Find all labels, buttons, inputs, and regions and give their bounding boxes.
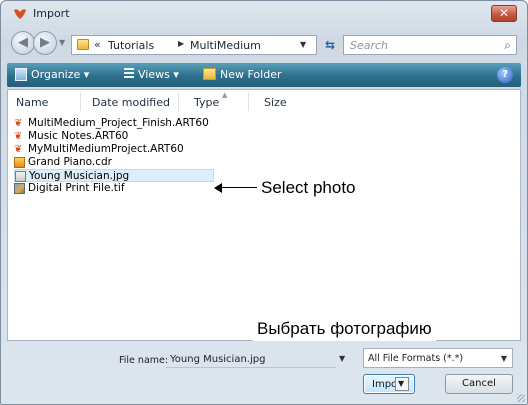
file-list[interactable]: Name Date modified Type ▲ Size ❦ MultiMe…	[7, 89, 521, 341]
sort-arrow-icon: ▲	[222, 91, 228, 99]
column-header-size[interactable]: Size	[264, 96, 287, 109]
organize-button[interactable]: Organize ▾	[31, 68, 89, 81]
new-folder-icon	[203, 68, 216, 80]
file-name: Music Notes.ART60	[28, 130, 129, 142]
forward-button[interactable]: ▶	[33, 31, 57, 55]
file-row[interactable]: ❦ Music Notes.ART60	[14, 130, 274, 143]
file-name-label: File name:	[119, 355, 169, 366]
import-dialog: Import ✕ ◀ ▶ ▼ « Tutorials ▶ MultiMedium…	[0, 0, 528, 405]
views-button[interactable]: Views ▾	[138, 68, 179, 81]
callout-arrow-line	[219, 187, 257, 188]
file-name-value: Young Musician.jpg	[170, 354, 266, 365]
import-options-button[interactable]: ▼	[395, 377, 409, 391]
file-row[interactable]: ❦ MultiMedium_Project_Finish.ART60	[14, 117, 274, 130]
organize-icon	[15, 68, 27, 81]
search-icon[interactable]: ⌕	[504, 38, 511, 53]
column-header-name[interactable]: Name	[16, 96, 48, 109]
search-input[interactable]: Search ⌕	[343, 35, 517, 55]
import-button[interactable]: Import ▼	[363, 374, 415, 394]
app-icon	[14, 9, 26, 19]
callout-select-photo: Select photo	[261, 178, 356, 197]
file-name: Digital Print File.tif	[28, 182, 125, 194]
back-button[interactable]: ◀	[11, 31, 35, 55]
command-bar: Organize ▾ Views ▾ New Folder ?	[7, 63, 521, 87]
close-button[interactable]: ✕	[491, 5, 517, 22]
file-name: Young Musician.jpg	[29, 170, 130, 182]
help-icon[interactable]: ?	[497, 67, 513, 83]
address-dropdown-icon[interactable]: ▼	[300, 40, 306, 49]
file-row-selected[interactable]: Young Musician.jpg	[14, 169, 214, 182]
column-header-date-modified[interactable]: Date modified	[92, 96, 170, 109]
art-file-icon: ❦	[14, 144, 23, 155]
new-folder-button[interactable]: New Folder	[220, 68, 281, 81]
callout-select-photo-ru: Выбрать фотографию	[253, 317, 436, 341]
file-row[interactable]: Digital Print File.tif	[14, 182, 274, 195]
breadcrumb-separator-icon[interactable]: ▶	[178, 39, 184, 48]
resize-grip[interactable]	[517, 394, 525, 402]
refresh-button[interactable]: ⇆	[319, 35, 341, 55]
cancel-button[interactable]: Cancel	[445, 374, 513, 394]
file-name: MyMultiMediumProject.ART60	[28, 143, 184, 155]
file-type-dropdown-icon[interactable]: ▼	[501, 354, 507, 363]
column-divider[interactable]	[178, 93, 179, 111]
address-bar[interactable]: « Tutorials ▶ MultiMedium ▼	[71, 35, 317, 55]
file-row[interactable]: Grand Piano.cdr	[14, 156, 274, 169]
views-icon	[124, 68, 134, 80]
recent-pages-dropdown-icon[interactable]: ▼	[59, 38, 65, 47]
window-title: Import	[33, 7, 70, 20]
chevron-down-icon: ▼	[398, 379, 405, 388]
column-divider[interactable]	[248, 93, 249, 111]
breadcrumb-multimedium[interactable]: MultiMedium	[190, 39, 261, 52]
breadcrumb-tutorials[interactable]: Tutorials	[108, 39, 154, 52]
file-name: MultiMedium_Project_Finish.ART60	[28, 117, 209, 129]
file-name: Grand Piano.cdr	[28, 156, 112, 168]
folder-icon	[77, 39, 89, 50]
jpg-file-icon	[15, 171, 26, 182]
file-row[interactable]: ❦ MyMultiMediumProject.ART60	[14, 143, 274, 156]
title-bar: Import ✕	[1, 1, 527, 27]
cdr-file-icon	[14, 157, 25, 168]
breadcrumb-overflow-icon[interactable]: «	[94, 38, 101, 51]
search-placeholder: Search	[350, 39, 389, 52]
file-type-value: All File Formats (*.*)	[368, 353, 464, 364]
column-header-type[interactable]: Type	[194, 96, 219, 109]
tif-file-icon	[14, 183, 25, 194]
column-divider[interactable]	[80, 93, 81, 111]
file-type-select[interactable]: All File Formats (*.*) ▼	[363, 348, 513, 368]
file-name-input[interactable]: Young Musician.jpg	[166, 350, 336, 368]
art-file-icon: ❦	[14, 131, 23, 142]
art-file-icon: ❦	[14, 118, 23, 129]
callout-arrow-icon	[214, 183, 222, 193]
file-name-dropdown-icon[interactable]: ▼	[339, 354, 345, 363]
